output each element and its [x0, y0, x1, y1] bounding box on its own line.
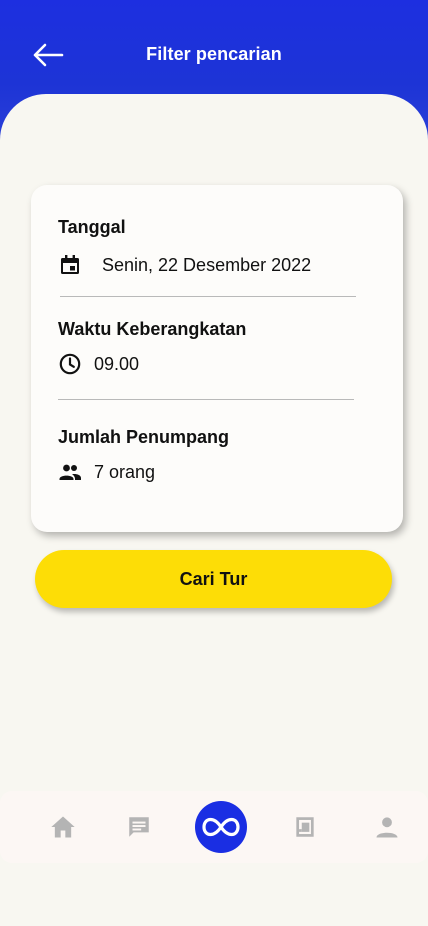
departure-time-field[interactable]: 09.00 [58, 352, 139, 376]
passengers-value: 7 orang [94, 461, 156, 482]
passengers-label: Jumlah Penumpang [58, 427, 230, 447]
clock-icon [59, 353, 81, 375]
nav-chat[interactable] [119, 791, 159, 863]
people-icon [59, 464, 81, 480]
profile-icon [376, 817, 398, 838]
date-value: Senin, 22 Desember 2022 [102, 254, 312, 275]
filter-card: Tanggal Senin, 22 Desember 2022 Waktu Ke… [31, 185, 403, 532]
nav-profile[interactable] [367, 791, 407, 863]
departure-time-label: Waktu Keberangkatan [58, 319, 247, 339]
passengers-field[interactable]: 7 orang [58, 460, 155, 484]
page-title: Filter pencarian [146, 44, 282, 64]
date-label: Tanggal [58, 217, 126, 237]
nav-home[interactable] [43, 791, 83, 863]
chat-icon [129, 817, 149, 837]
divider [60, 296, 356, 297]
bottom-navigation [0, 791, 428, 863]
departure-time-value: 09.00 [94, 353, 140, 374]
date-field[interactable]: Senin, 22 Desember 2022 [58, 253, 311, 277]
search-tour-button[interactable]: Cari Tur [35, 550, 392, 608]
nav-tour-active[interactable] [195, 801, 247, 853]
divider [58, 399, 354, 400]
calendar-icon [61, 255, 79, 274]
book-icon [296, 817, 314, 837]
infinity-icon [202, 817, 240, 837]
home-icon [51, 816, 75, 838]
nav-booking[interactable] [285, 791, 325, 863]
